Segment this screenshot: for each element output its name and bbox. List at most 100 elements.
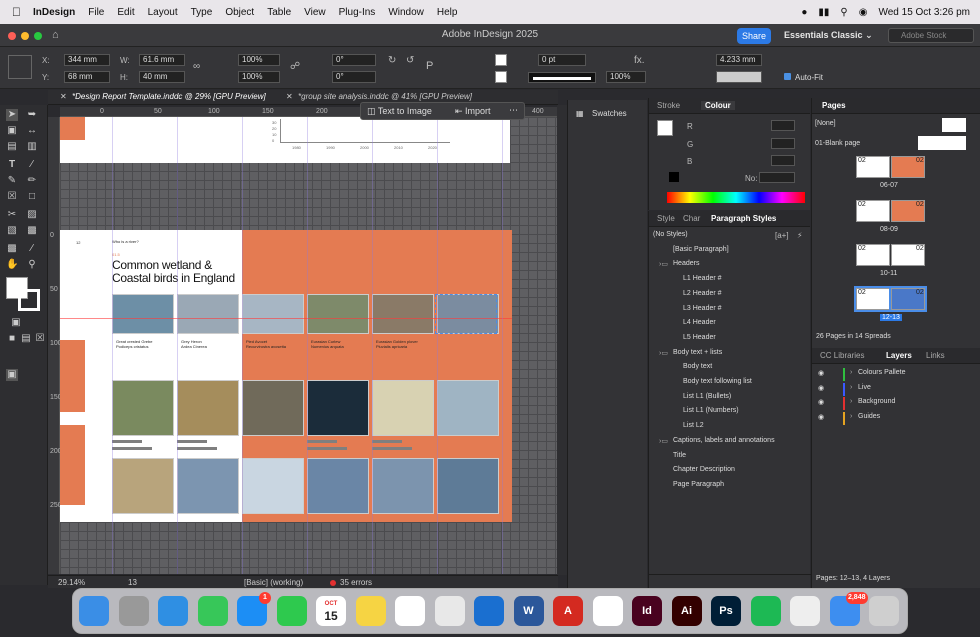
bird-caption[interactable]: Pied Avocet Recurvirostra avosetta (246, 339, 286, 349)
tab-design-report[interactable]: *Design Report Template.inddc @ 29% [GPU… (72, 92, 266, 101)
menu-table[interactable]: Table (267, 7, 291, 18)
menu-window[interactable]: Window (388, 7, 424, 18)
menu-layout[interactable]: Layout (148, 7, 178, 18)
no-field[interactable] (759, 172, 795, 183)
bird-caption[interactable]: Eurasian Golden plover Pluvialis apricari… (376, 339, 418, 349)
close-tab-icon[interactable]: ✕ (286, 92, 293, 101)
tab-links[interactable]: Links (926, 351, 945, 360)
dock-spotify-icon[interactable] (750, 596, 781, 626)
menu-view[interactable]: View (304, 7, 326, 18)
tab-layers[interactable]: Layers (886, 351, 912, 360)
rotate-icon[interactable]: ↻ (388, 55, 396, 66)
scissors-tool-icon[interactable]: ✂ (6, 209, 18, 221)
chevron-right-icon[interactable]: › (850, 369, 852, 376)
bird-photo[interactable] (372, 294, 434, 334)
layer-row[interactable]: ◉ › Background (812, 397, 980, 411)
eye-icon[interactable]: ◉ (818, 384, 824, 392)
tab-char[interactable]: Char (683, 214, 700, 223)
chevron-right-icon[interactable]: › (850, 413, 852, 420)
paragraph-style-item[interactable]: Chapter Description (649, 466, 809, 479)
share-button[interactable]: Share (737, 28, 771, 44)
dock-messages-icon[interactable] (197, 596, 228, 626)
fx-icon[interactable]: fx. (634, 55, 645, 66)
autofit-checkbox[interactable] (784, 73, 791, 80)
eye-icon[interactable]: ◉ (818, 369, 824, 377)
layer-row[interactable]: ◉ › Live (812, 382, 980, 397)
dock-inkscape-icon[interactable] (790, 596, 820, 626)
screen-mode-icon[interactable]: ▣ (6, 369, 18, 381)
master-none-thumb[interactable] (942, 118, 966, 132)
spread-12-13[interactable]: 12 Who is a river? 01.5 Common wetland &… (60, 230, 512, 522)
pencil-tool-icon[interactable]: ✏ (26, 175, 38, 187)
battery-icon[interactable]: ▮▮ (818, 7, 829, 18)
bird-photo[interactable] (177, 294, 239, 334)
black-swatch[interactable] (669, 172, 679, 182)
zoom-tool-icon[interactable]: ⚲ (26, 259, 38, 271)
type-tool-icon[interactable]: T (6, 159, 18, 171)
height-field[interactable]: 40 mm (139, 71, 185, 83)
eyedropper-tool-icon[interactable]: ∕ (26, 243, 38, 255)
swatches-panel-button[interactable]: Swatches (592, 109, 627, 118)
adobe-stock-search[interactable]: Adobe Stock (888, 28, 974, 43)
frame-fitting-select[interactable] (716, 71, 762, 83)
tab-cc-libraries[interactable]: CC Libraries (820, 351, 864, 360)
spread-label[interactable]: 08-09 (880, 226, 898, 233)
import-button[interactable]: ⇤ Import (455, 106, 491, 117)
dock-acrobat-icon[interactable]: A (553, 596, 583, 626)
menu-help[interactable]: Help (437, 7, 458, 18)
vertical-scrollbar[interactable] (557, 105, 567, 575)
dock-finder-icon[interactable] (79, 596, 109, 626)
rotate-ccw-icon[interactable]: ↺ (406, 55, 414, 66)
previous-spread-page[interactable]: 30 20 10 0 1980 1990 2000 2010 2020 (60, 117, 510, 163)
stroke-type-select[interactable] (528, 72, 596, 83)
spread-title[interactable]: Common wetland & Coastal birds in Englan… (112, 259, 235, 285)
dock-word-icon[interactable]: W (513, 596, 544, 626)
gradient-feather-tool-icon[interactable]: ▩ (26, 225, 38, 237)
scale-y-field[interactable]: 100% (238, 71, 280, 83)
workspace-switcher[interactable]: Essentials Classic ⌄ (784, 30, 873, 41)
content-collector-icon[interactable]: ▤ (6, 141, 18, 153)
y-field[interactable]: 68 mm (64, 71, 110, 83)
layer-row[interactable]: ◉ › Colours Pallete (812, 368, 980, 382)
dock-trash-icon[interactable] (869, 596, 899, 626)
preflight-errors[interactable]: 35 errors (340, 578, 372, 587)
stroke-weight-field[interactable]: 0 pt (538, 54, 586, 66)
text-to-image-button[interactable]: ◫ Text to Image (367, 106, 432, 117)
direct-selection-tool-icon[interactable]: ➥ (26, 109, 38, 121)
bird-photo[interactable] (437, 458, 499, 514)
tab-stroke[interactable]: Stroke (657, 101, 680, 110)
shear-field[interactable]: 0° (332, 71, 376, 83)
apple-icon[interactable]:  (12, 5, 21, 19)
dock-indesign-icon[interactable]: Id (632, 596, 662, 626)
rectangle-tool-icon[interactable]: □ (26, 191, 38, 203)
chevron-right-icon[interactable]: › (850, 384, 852, 391)
paragraph-style-item[interactable]: L4 Header (649, 319, 809, 332)
menu-edit[interactable]: Edit (117, 7, 134, 18)
selection-tool-icon[interactable]: ➤ (6, 109, 18, 121)
gradient-tool-icon[interactable]: ▧ (6, 225, 18, 237)
stroke-color-icon[interactable] (18, 289, 40, 311)
menu-object[interactable]: Object (225, 7, 254, 18)
kicker-text[interactable]: Who is a river? (112, 239, 139, 244)
bird-photo[interactable] (112, 294, 174, 334)
dock-mail-icon[interactable]: 2,848 (829, 592, 868, 626)
spread-label[interactable]: 12-13 (880, 314, 902, 321)
hand-tool-icon[interactable]: ✋ (6, 259, 18, 271)
opacity-field[interactable]: 100% (606, 71, 646, 83)
formatting-container-icon[interactable]: ▣ (10, 317, 22, 329)
colour-ramp[interactable] (667, 192, 805, 203)
eye-icon[interactable]: ◉ (818, 398, 824, 406)
paragraph-style-item[interactable]: List L2 (649, 422, 809, 435)
bird-photo[interactable] (242, 294, 304, 334)
bird-photo[interactable] (242, 380, 304, 436)
constrain-icon[interactable]: ∞ (193, 61, 200, 72)
bird-photo[interactable] (307, 294, 369, 334)
control-center-icon[interactable]: ◉ (859, 7, 868, 18)
paragraph-style-item[interactable]: Page Paragraph (649, 481, 809, 494)
menu-clock[interactable]: Wed 15 Oct 3:26 pm (878, 7, 970, 18)
bird-caption[interactable]: Eurasian Curlew Numenius arquata (311, 339, 344, 349)
apply-gradient-icon[interactable]: ▤ (20, 333, 32, 345)
apply-color-icon[interactable]: ■ (6, 333, 18, 345)
spread-label[interactable]: 06-07 (880, 182, 898, 189)
paragraph-style-item[interactable]: ›▭ Body text + lists (649, 349, 809, 362)
